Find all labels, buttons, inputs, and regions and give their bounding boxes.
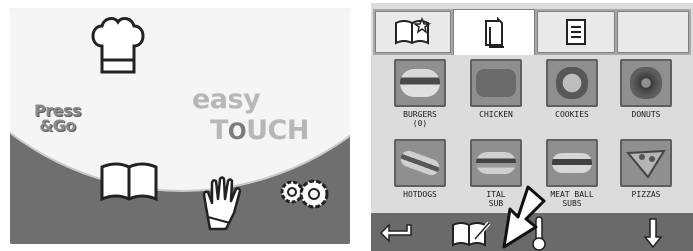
easy-logo-text: easy bbox=[192, 84, 261, 115]
category-label: DONUTS bbox=[631, 110, 661, 119]
category-hotdogs[interactable]: HOTDOGS bbox=[385, 139, 455, 199]
tab-page[interactable] bbox=[453, 9, 535, 55]
donuts-image bbox=[620, 59, 672, 107]
tab-bar bbox=[373, 9, 691, 55]
category-sublabel: (0) bbox=[412, 119, 428, 128]
book-star-icon bbox=[395, 17, 432, 45]
touch-logo-text: TOUCH bbox=[210, 115, 309, 146]
category-burgers[interactable]: BURGERS (0) bbox=[385, 59, 455, 128]
category-cookies[interactable]: COOKIES bbox=[537, 59, 607, 119]
touch-t: T bbox=[210, 115, 228, 146]
category-label: PIZZAS bbox=[631, 190, 661, 199]
hotdog-image bbox=[394, 139, 446, 187]
category-label: HOTDOGS bbox=[403, 190, 437, 199]
book-icon[interactable] bbox=[98, 159, 160, 205]
category-chicken[interactable]: CHICKEN bbox=[461, 59, 531, 119]
category-label: COOKIES bbox=[555, 110, 589, 119]
chicken-image bbox=[470, 59, 522, 107]
chef-hat-icon[interactable] bbox=[88, 16, 146, 78]
document-list-icon bbox=[566, 19, 586, 45]
home-background bbox=[10, 8, 350, 192]
pointer-arrow-icon bbox=[502, 185, 546, 249]
touch-rest: UCH bbox=[246, 115, 309, 146]
italian-sub-image bbox=[470, 139, 522, 187]
burger-image bbox=[394, 59, 446, 107]
book-pencil-icon[interactable] bbox=[451, 219, 491, 247]
category-pizzas[interactable]: PIZZAS bbox=[611, 139, 681, 199]
tab-book-star[interactable] bbox=[375, 11, 451, 53]
back-arrow-icon[interactable] bbox=[379, 221, 415, 245]
category-label: BURGERS bbox=[403, 110, 437, 119]
press-go-line2: &Go bbox=[39, 116, 76, 135]
down-arrow-icon[interactable] bbox=[643, 217, 663, 249]
pizza-image bbox=[620, 139, 672, 187]
meatball-sub-image bbox=[546, 139, 598, 187]
touch-o: O bbox=[227, 120, 247, 145]
cookies-image bbox=[546, 59, 598, 107]
category-label: CHICKEN bbox=[479, 110, 513, 119]
home-screen: Press &Go easy TOUCH bbox=[10, 8, 350, 244]
pizza-slice-icon bbox=[626, 149, 666, 179]
page-icon bbox=[485, 16, 504, 48]
gears-icon[interactable] bbox=[278, 174, 330, 212]
hand-icon[interactable] bbox=[200, 173, 248, 233]
category-donuts[interactable]: DONUTS bbox=[611, 59, 681, 119]
press-and-go-button[interactable]: Press &Go bbox=[34, 103, 82, 135]
tab-document-list[interactable] bbox=[537, 11, 615, 53]
tab-empty[interactable] bbox=[617, 11, 689, 53]
